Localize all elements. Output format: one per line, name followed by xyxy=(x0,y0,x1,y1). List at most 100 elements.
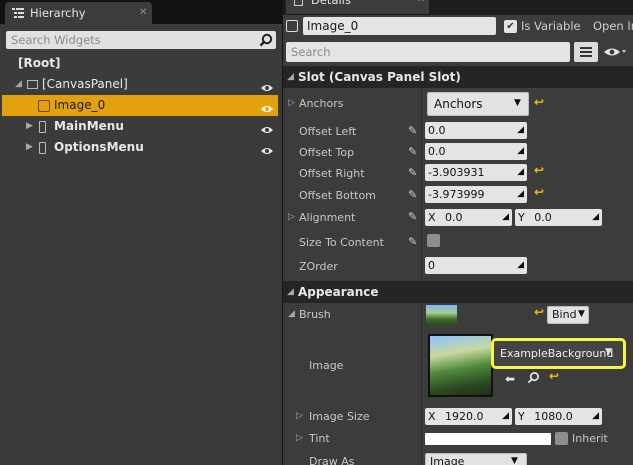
drag-handle-icon: ◢ xyxy=(517,167,524,177)
image-asset-dropdown[interactable]: ExampleBackground ▼ xyxy=(491,338,626,369)
drag-handle-icon: ◢ xyxy=(517,146,524,156)
widget-name-field[interactable]: Image_0 xyxy=(303,17,496,35)
alignment-y-value: 0.0 xyxy=(534,211,552,224)
pin-icon[interactable]: ✎ xyxy=(408,210,417,223)
axis-x-label: X xyxy=(428,410,436,423)
close-icon[interactable]: ✕ xyxy=(139,2,147,24)
offset-left-value: 0.0 xyxy=(428,124,446,137)
expanded-arrow-icon[interactable]: ◢ xyxy=(287,281,294,303)
tree-item-root[interactable]: [Root] xyxy=(2,53,278,74)
offset-right-field[interactable]: -3.903931 ◢ xyxy=(425,164,527,181)
tint-color-swatch[interactable] xyxy=(425,433,551,445)
chevron-down-icon: ▼ xyxy=(514,98,521,108)
reset-to-default-icon[interactable]: ↩ xyxy=(534,305,544,319)
details-tab-title: Details xyxy=(311,0,351,7)
reset-to-default-icon[interactable]: ↩ xyxy=(534,163,544,177)
tree-item-optionsmenu[interactable]: ▶ OptionsMenu xyxy=(2,137,278,158)
image-asset-value: ExampleBackground xyxy=(500,347,614,360)
offset-bottom-field[interactable]: -3.973999 ◢ xyxy=(425,186,527,203)
image-size-y-field[interactable]: Y 1080.0 ◢ xyxy=(515,408,602,425)
image-preview[interactable] xyxy=(428,334,493,397)
collapsed-arrow-icon[interactable]: ▷ xyxy=(288,212,295,222)
slot-category-header[interactable]: ◢ Slot (Canvas Panel Slot) xyxy=(283,66,633,88)
reset-to-default-icon[interactable]: ↩ xyxy=(534,95,544,109)
hierarchy-tab-title: Hierarchy xyxy=(30,6,86,20)
inherit-label: Inherit xyxy=(572,432,608,445)
appearance-category-header[interactable]: ◢ Appearance xyxy=(283,281,633,303)
pin-icon[interactable]: ✎ xyxy=(408,166,417,179)
details-search-placeholder: Search xyxy=(291,45,331,59)
offset-bottom-label: Offset Bottom xyxy=(299,189,376,202)
inherit-checkbox[interactable] xyxy=(555,432,568,445)
draw-as-value: Image xyxy=(430,455,465,465)
alignment-x-field[interactable]: X 0.0 ◢ xyxy=(425,209,512,226)
tree-item-label: [CanvasPanel] xyxy=(42,77,128,91)
visibility-eye-icon[interactable] xyxy=(260,142,274,163)
image-label: Image xyxy=(309,359,344,372)
expanded-arrow-icon[interactable]: ◢ xyxy=(288,309,295,319)
is-variable-checkbox[interactable]: ✔ xyxy=(504,20,517,33)
image-size-x-field[interactable]: X 1920.0 ◢ xyxy=(425,408,512,425)
anchors-dropdown-value: Anchors xyxy=(434,97,483,111)
axis-y-label: Y xyxy=(518,211,525,224)
offset-top-field[interactable]: 0.0 ◢ xyxy=(425,143,527,160)
chevron-down-icon: ▼ xyxy=(511,456,518,465)
size-to-content-label: Size To Content xyxy=(299,236,384,249)
tree-item-canvaspanel[interactable]: ◢ [CanvasPanel] xyxy=(2,74,278,95)
details-search-input[interactable]: Search xyxy=(286,42,570,62)
details-tab[interactable]: Details ✕ xyxy=(286,0,429,14)
pin-icon[interactable]: ✎ xyxy=(408,188,417,201)
collapsed-arrow-icon[interactable]: ▶ xyxy=(26,116,33,137)
reset-to-default-icon[interactable]: ↩ xyxy=(534,185,544,199)
drag-handle-icon: ◢ xyxy=(517,189,524,199)
expanded-arrow-icon[interactable]: ◢ xyxy=(15,74,22,95)
hierarchy-icon xyxy=(12,8,24,18)
property-matrix-icon[interactable] xyxy=(574,42,598,62)
draw-as-dropdown[interactable]: Image ▼ xyxy=(425,453,527,465)
offset-right-label: Offset Right xyxy=(299,167,365,180)
expanded-arrow-icon[interactable]: ◢ xyxy=(287,66,294,88)
image-widget-icon xyxy=(38,100,50,112)
pin-icon[interactable]: ✎ xyxy=(408,145,417,158)
offset-left-field[interactable]: 0.0 ◢ xyxy=(425,122,527,139)
pin-icon[interactable]: ✎ xyxy=(408,235,417,248)
reset-to-default-icon[interactable]: ↩ xyxy=(549,369,559,383)
search-widgets-input[interactable]: Search Widgets xyxy=(6,31,276,49)
tree-item-label: [Root] xyxy=(18,56,61,70)
chevron-down-icon: ▼ xyxy=(578,309,585,319)
pin-icon[interactable]: ✎ xyxy=(408,124,417,137)
collapsed-arrow-icon[interactable]: ▶ xyxy=(26,137,33,158)
browse-asset-icon[interactable] xyxy=(527,371,540,387)
offset-left-label: Offset Left xyxy=(299,125,357,138)
anchors-dropdown[interactable]: Anchors ▼ xyxy=(427,92,529,116)
close-icon[interactable]: ✕ xyxy=(417,0,425,11)
brush-thumbnail xyxy=(426,305,457,325)
zorder-label: ZOrder xyxy=(299,260,338,273)
drag-handle-icon: ◢ xyxy=(592,411,599,421)
details-body: Image_0 ✔ Is Variable Open Ir Search ◢ S… xyxy=(283,15,633,465)
size-to-content-checkbox[interactable] xyxy=(427,234,440,247)
collapsed-arrow-icon[interactable]: ▷ xyxy=(296,411,303,421)
alignment-label: Alignment xyxy=(299,211,356,224)
collapsed-arrow-icon[interactable]: ▷ xyxy=(296,433,303,443)
appearance-category-title: Appearance xyxy=(298,285,379,299)
zorder-field[interactable]: 0 ◢ xyxy=(425,257,527,274)
tree-item-mainmenu[interactable]: ▶ MainMenu xyxy=(2,116,278,137)
tree-item-image-0[interactable]: Image_0 xyxy=(2,95,278,116)
slot-category-title: Slot (Canvas Panel Slot) xyxy=(298,70,461,84)
image-size-label: Image Size xyxy=(309,410,370,423)
bind-dropdown[interactable]: Bind ▼ xyxy=(547,306,589,324)
search-icon[interactable] xyxy=(259,33,273,47)
zorder-value: 0 xyxy=(428,259,435,272)
use-selected-asset-icon[interactable]: ⬅ xyxy=(505,372,515,386)
tree-item-label: Image_0 xyxy=(54,98,106,112)
user-widget-icon xyxy=(39,121,46,133)
offset-top-value: 0.0 xyxy=(428,145,446,158)
view-options-eye-icon[interactable] xyxy=(603,46,627,61)
alignment-y-field[interactable]: Y 0.0 ◢ xyxy=(515,209,602,226)
collapsed-arrow-icon[interactable]: ▷ xyxy=(288,98,295,108)
image-preview-thumbnail xyxy=(430,336,491,395)
hierarchy-tab[interactable]: Hierarchy ✕ xyxy=(5,2,152,24)
hierarchy-body: Search Widgets [Root] ◢ [CanvasPanel] Im… xyxy=(0,24,282,465)
open-link[interactable]: Open Ir xyxy=(593,19,633,33)
